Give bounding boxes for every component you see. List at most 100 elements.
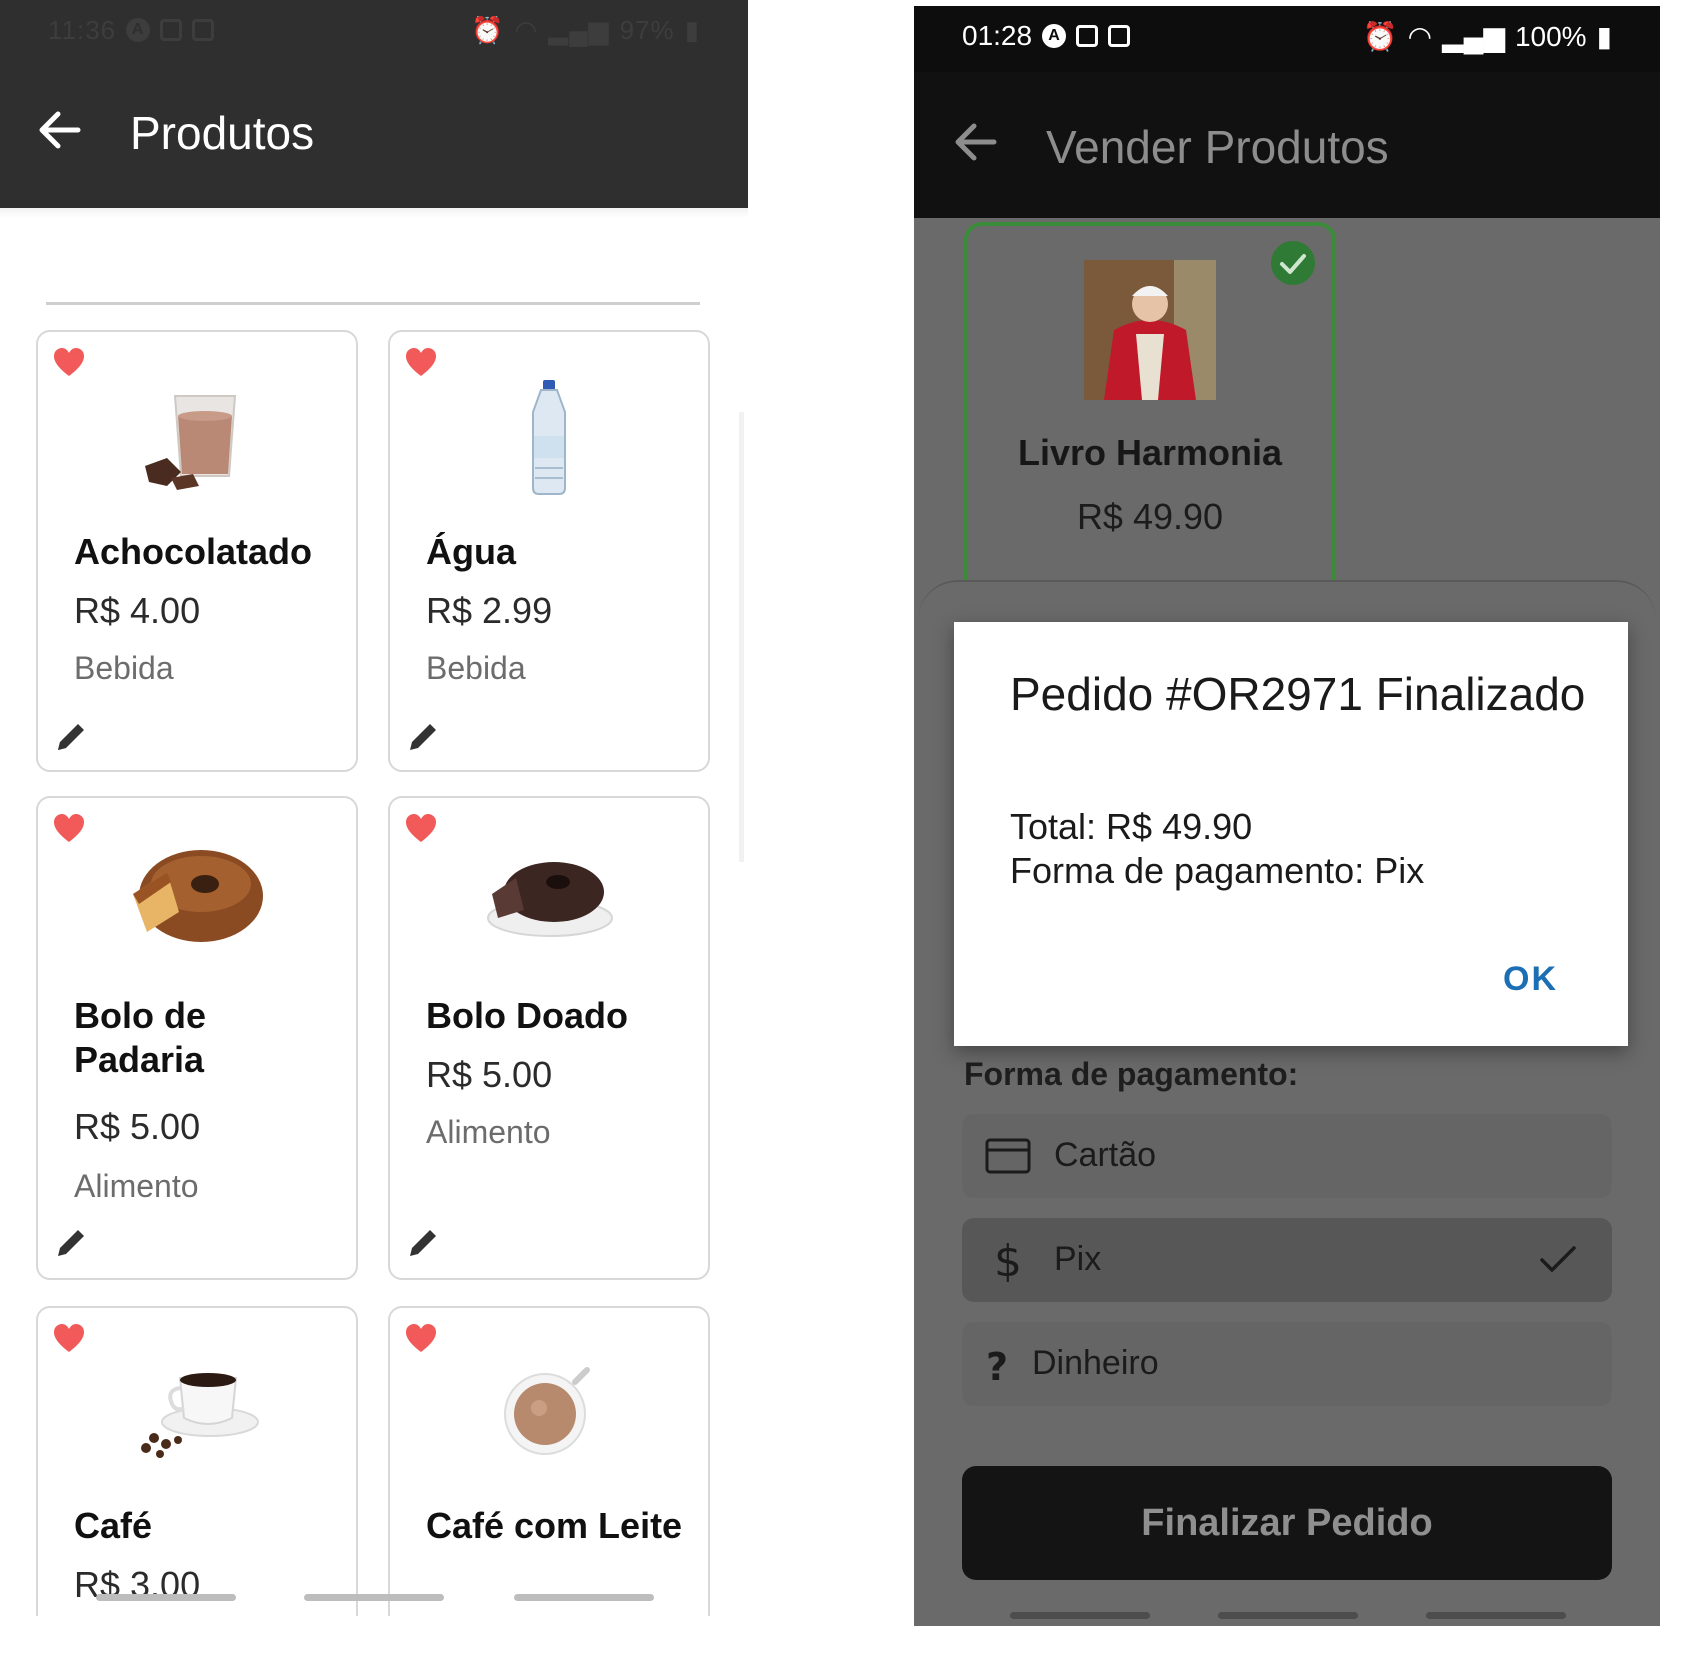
payment-option-dinheiro[interactable]: ? Dinheiro	[962, 1322, 1612, 1406]
edit-pencil-icon[interactable]	[54, 1226, 88, 1260]
edit-pencil-icon[interactable]	[406, 1226, 440, 1260]
dialog-title: Pedido #OR2971 Finalizado	[1010, 668, 1586, 720]
latte-cup-image	[504, 1367, 590, 1455]
favorite-heart-icon[interactable]	[404, 812, 438, 846]
status-bar-right: ⏰ ◠ ▂▄▆ 100% ▮	[1363, 20, 1612, 53]
dialog-payment-method: Forma de pagamento: Pix	[1010, 850, 1425, 891]
favorite-heart-icon[interactable]	[404, 1322, 438, 1356]
dialog-total: Total: R$ 49.90	[1010, 806, 1253, 847]
favorite-heart-icon[interactable]	[404, 346, 438, 380]
battery-charging-icon: ▮	[684, 14, 700, 45]
status-bar-left: 11:36 A	[48, 12, 215, 48]
nav-handle[interactable]	[1218, 1612, 1358, 1619]
product-name: Café com Leite	[426, 1505, 683, 1546]
status-time: 11:36	[48, 14, 117, 45]
product-price: R$ 2.99	[426, 590, 553, 631]
app-notification-icon: A	[126, 18, 151, 42]
battery-percent: 97%	[619, 14, 675, 45]
book-cover-image	[1084, 260, 1216, 400]
favorite-heart-icon[interactable]	[52, 812, 86, 846]
app-bar: Vender Produtos	[914, 72, 1660, 218]
scrollbar[interactable]	[739, 412, 744, 862]
product-name: Livro Harmonia	[1017, 432, 1283, 473]
favorite-heart-icon[interactable]	[52, 346, 86, 380]
payment-option-card[interactable]: Cartão	[962, 1114, 1612, 1198]
edit-pencil-icon[interactable]	[406, 720, 440, 754]
products-screen: 11:36 A ⏰ ◠ ▂▄▆ 97% ▮ Produtos Achocolat…	[0, 0, 748, 1616]
product-name: Bolo de Padaria	[74, 995, 206, 1080]
question-icon: ?	[986, 1345, 1008, 1386]
bundt-cake-image	[133, 850, 263, 942]
payment-option-label: Dinheiro	[1032, 1344, 1159, 1382]
chocolate-milk-image	[145, 395, 237, 490]
product-category: Bebida	[74, 650, 174, 686]
alarm-icon: ⏰	[1362, 21, 1398, 52]
product-name: Achocolatado	[74, 531, 313, 572]
product-card[interactable]: Café com Leite	[388, 1306, 710, 1616]
product-name: Café	[74, 1505, 153, 1546]
back-arrow-icon[interactable]	[954, 120, 998, 164]
status-time: 01:28	[962, 20, 1033, 51]
product-card[interactable]: Achocolatado R$ 4.00 Bebida	[36, 330, 358, 772]
water-bottle-image	[532, 380, 566, 495]
product-price: R$ 4.00	[74, 590, 201, 631]
product-category: Alimento	[74, 1168, 199, 1204]
payment-option-label: Cartão	[1054, 1136, 1157, 1174]
product-card[interactable]: Bolo Doado R$ 5.00 Alimento	[388, 796, 710, 1280]
edit-pencil-icon[interactable]	[54, 720, 88, 754]
sell-products-screen: 01:28 A ⏰ ◠ ▂▄▆ 100% ▮ Vender Produtos L…	[914, 6, 1660, 1626]
dollar-icon: $	[994, 1238, 1022, 1282]
app-notification-icon: A	[1042, 24, 1067, 48]
product-price: R$ 49.90	[1076, 496, 1224, 537]
product-card[interactable]: Bolo de Padaria R$ 5.00 Alimento	[36, 796, 358, 1280]
wifi-icon: ◠	[1407, 21, 1433, 52]
battery-icon: ▮	[1596, 21, 1612, 52]
image-notification-icon	[1076, 25, 1099, 47]
nav-handle[interactable]	[1426, 1612, 1566, 1619]
svg-text:?: ?	[986, 1345, 1008, 1386]
product-price: R$ 5.00	[74, 1106, 201, 1147]
system-navigation-bar	[0, 1588, 748, 1608]
svg-text:$: $	[994, 1238, 1022, 1282]
payment-option-label: Pix	[1054, 1240, 1102, 1278]
favorite-heart-icon[interactable]	[52, 1322, 86, 1356]
payment-method-label: Forma de pagamento:	[964, 1056, 1299, 1092]
product-price: R$ 5.00	[426, 1054, 553, 1095]
status-bar-left: 01:28 A	[962, 20, 1131, 52]
finish-order-button[interactable]: Finalizar Pedido	[962, 1466, 1612, 1580]
selected-check-icon	[1271, 241, 1315, 285]
usb-icon	[1108, 25, 1131, 47]
status-bar: 01:28 A ⏰ ◠ ▂▄▆ 100% ▮	[914, 6, 1660, 72]
nav-handle[interactable]	[514, 1594, 654, 1601]
usb-icon	[192, 19, 215, 41]
payment-option-pix[interactable]: $ Pix	[962, 1218, 1612, 1302]
nav-handle[interactable]	[304, 1594, 444, 1601]
page-title: Vender Produtos	[1046, 121, 1389, 173]
product-name: Água	[426, 531, 516, 572]
checkmark-icon	[1540, 1246, 1576, 1272]
selected-product-card[interactable]: Livro Harmonia R$ 49.90	[964, 222, 1336, 622]
nav-handle[interactable]	[96, 1594, 236, 1601]
product-card[interactable]: Café R$ 3.00	[36, 1306, 358, 1616]
status-bar-right: ⏰ ◠ ▂▄▆ 97% ▮	[471, 12, 700, 48]
chocolate-cake-image	[487, 862, 613, 937]
search-divider	[46, 302, 700, 305]
signal-icon: ▂▄▆	[548, 14, 610, 45]
coffee-cup-image	[141, 1373, 259, 1458]
appbar-shadow	[0, 208, 748, 218]
nav-handle[interactable]	[1010, 1612, 1150, 1619]
image-notification-icon	[160, 19, 183, 41]
wifi-icon: ◠	[514, 14, 539, 45]
order-finished-dialog: Pedido #OR2971 Finalizado Total: R$ 49.9…	[954, 622, 1628, 1046]
ok-button[interactable]: OK	[1503, 960, 1558, 999]
back-arrow-icon[interactable]	[38, 108, 82, 152]
product-card[interactable]: Água R$ 2.99 Bebida	[388, 330, 710, 772]
page-title: Produtos	[130, 107, 315, 159]
credit-card-icon	[985, 1138, 1031, 1174]
alarm-icon: ⏰	[471, 14, 505, 45]
product-category: Alimento	[426, 1114, 551, 1150]
battery-percent: 100%	[1514, 20, 1587, 52]
signal-icon: ▂▄▆	[1442, 21, 1505, 52]
app-bar: 11:36 A ⏰ ◠ ▂▄▆ 97% ▮ Produtos	[0, 0, 748, 208]
product-name: Bolo Doado	[426, 995, 628, 1036]
